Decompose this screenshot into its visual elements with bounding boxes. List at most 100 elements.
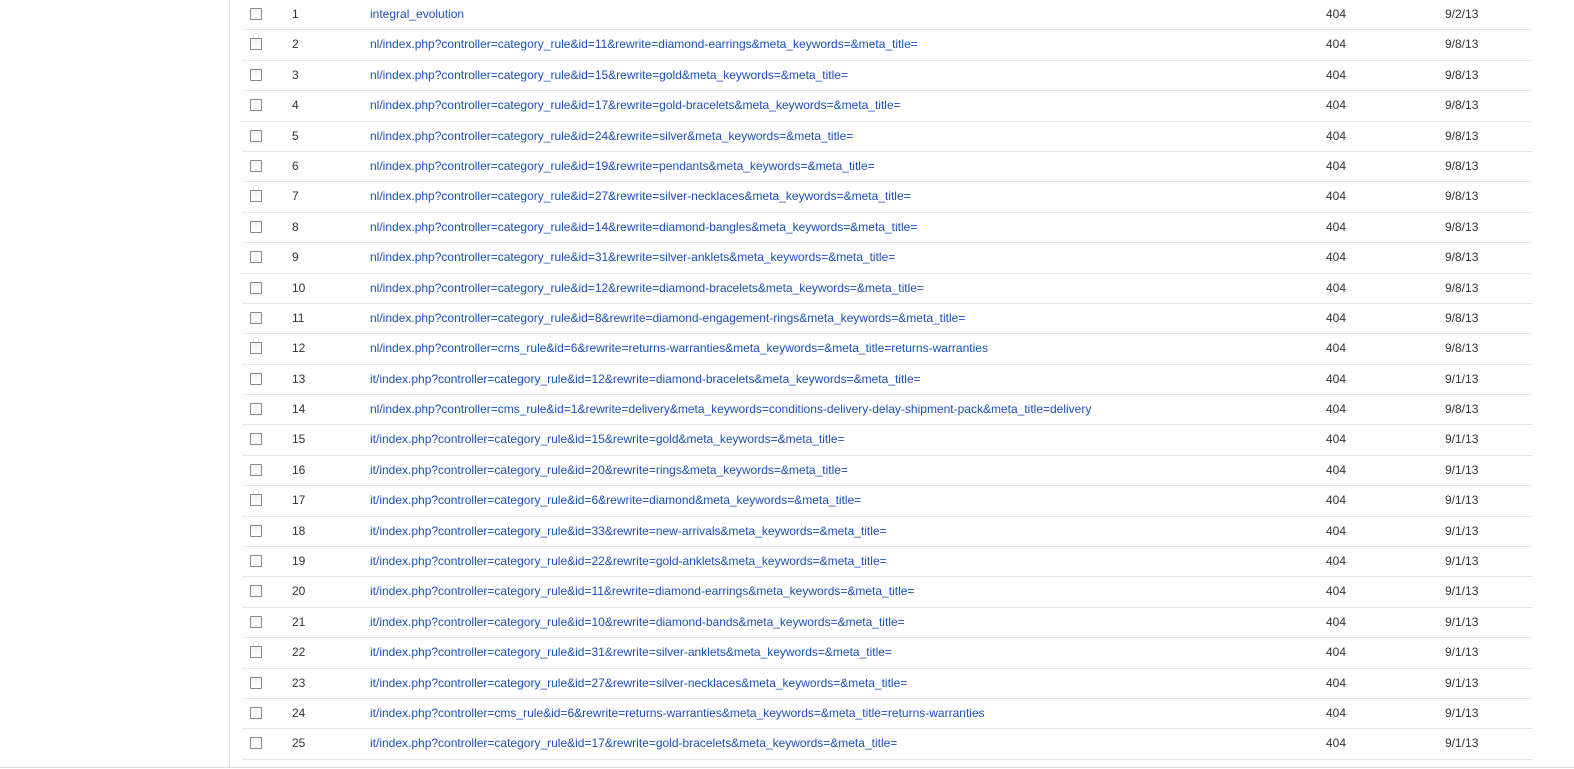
detected-date: 9/1/13	[1445, 645, 1479, 660]
table-row: 4 nl/index.php?controller=category_rule&i…	[242, 91, 1532, 122]
url-link[interactable]: it/index.php?controller=category_rule&id…	[370, 669, 907, 698]
row-number: 22	[292, 645, 306, 660]
url-link[interactable]: nl/index.php?controller=cms_rule&id=1&re…	[370, 395, 1091, 424]
url-link[interactable]: it/index.php?controller=category_rule&id…	[370, 425, 845, 454]
row-checkbox[interactable]	[250, 737, 262, 750]
table-row: 17 it/index.php?controller=category_rule&…	[242, 486, 1532, 517]
url-link[interactable]: nl/index.php?controller=category_rule&id…	[370, 274, 924, 303]
response-code: 404	[1326, 158, 1347, 173]
detected-date: 9/8/13	[1445, 158, 1479, 173]
url-link[interactable]: nl/index.php?controller=category_rule&id…	[370, 182, 911, 211]
table-row: 9 nl/index.php?controller=category_rule&i…	[242, 243, 1532, 274]
table-row: 1 integral_evolution 404 9/2/13	[242, 0, 1532, 31]
detected-date: 9/8/13	[1445, 280, 1479, 295]
row-number: 3	[292, 67, 299, 82]
response-code: 404	[1326, 493, 1347, 508]
row-number: 15	[292, 432, 306, 447]
row-checkbox[interactable]	[250, 8, 262, 20]
row-checkbox[interactable]	[250, 676, 262, 689]
row-checkbox[interactable]	[250, 190, 262, 203]
url-link[interactable]: it/index.php?controller=category_rule&id…	[370, 517, 887, 546]
row-checkbox[interactable]	[250, 372, 262, 385]
row-checkbox[interactable]	[250, 129, 262, 142]
table-row: 21 it/index.php?controller=category_rule&…	[242, 608, 1532, 639]
detected-date: 9/8/13	[1445, 37, 1479, 52]
table-row: 5 nl/index.php?controller=category_rule&i…	[242, 122, 1532, 152]
row-checkbox[interactable]	[250, 494, 262, 507]
left-sidebar	[0, 0, 230, 767]
detected-date: 9/1/13	[1445, 675, 1479, 690]
url-link[interactable]: nl/index.php?controller=category_rule&id…	[370, 61, 848, 90]
url-link[interactable]: it/index.php?controller=category_rule&id…	[370, 729, 897, 758]
row-checkbox[interactable]	[250, 99, 262, 112]
row-checkbox[interactable]	[250, 706, 262, 719]
url-link[interactable]: nl/index.php?controller=category_rule&id…	[370, 91, 901, 120]
response-code: 404	[1326, 614, 1347, 629]
detected-date: 9/8/13	[1445, 219, 1479, 234]
detected-date: 9/2/13	[1445, 7, 1479, 21]
response-code: 404	[1326, 7, 1347, 21]
url-link[interactable]: it/index.php?controller=category_rule&id…	[370, 577, 914, 606]
response-code: 404	[1326, 402, 1347, 417]
url-link[interactable]: nl/index.php?controller=category_rule&id…	[370, 213, 917, 242]
table-row: 16 it/index.php?controller=category_rule&…	[242, 456, 1532, 487]
table-row: 22 it/index.php?controller=category_rule&…	[242, 638, 1532, 669]
row-checkbox[interactable]	[250, 403, 262, 416]
row-number: 12	[292, 341, 306, 356]
response-code: 404	[1326, 736, 1347, 751]
row-number: 4	[292, 98, 299, 113]
row-number: 5	[292, 128, 299, 143]
detected-date: 9/1/13	[1445, 584, 1479, 599]
row-checkbox[interactable]	[250, 615, 262, 628]
url-link[interactable]: nl/index.php?controller=category_rule&id…	[370, 243, 895, 272]
response-code: 404	[1326, 280, 1347, 295]
response-code: 404	[1326, 705, 1347, 720]
response-code: 404	[1326, 371, 1347, 386]
row-checkbox[interactable]	[250, 463, 262, 476]
url-link[interactable]: nl/index.php?controller=cms_rule&id=6&re…	[370, 334, 988, 363]
table-row: 13 it/index.php?controller=category_rule&…	[242, 365, 1532, 396]
detected-date: 9/8/13	[1445, 98, 1479, 113]
row-checkbox[interactable]	[250, 555, 262, 568]
url-link[interactable]: nl/index.php?controller=category_rule&id…	[370, 122, 853, 151]
row-checkbox[interactable]	[250, 68, 262, 81]
url-link[interactable]: it/index.php?controller=category_rule&id…	[370, 486, 861, 515]
url-link[interactable]: nl/index.php?controller=category_rule&id…	[370, 152, 875, 181]
table-row: 19 it/index.php?controller=category_rule&…	[242, 547, 1532, 578]
row-number: 14	[292, 402, 306, 417]
row-checkbox[interactable]	[250, 38, 262, 51]
table-row: 10 nl/index.php?controller=category_rule&…	[242, 274, 1532, 304]
response-code: 404	[1326, 584, 1347, 599]
row-checkbox[interactable]	[250, 585, 262, 598]
detected-date: 9/1/13	[1445, 523, 1479, 538]
url-link[interactable]: it/index.php?controller=category_rule&id…	[370, 365, 921, 394]
detected-date: 9/8/13	[1445, 310, 1479, 325]
url-link[interactable]: it/index.php?controller=category_rule&id…	[370, 547, 887, 576]
page: 1 integral_evolution 404 9/2/13 2 nl/index.ph…	[0, 0, 1574, 769]
response-code: 404	[1326, 432, 1347, 447]
table-row: 6 nl/index.php?controller=category_rule&i…	[242, 152, 1532, 183]
row-checkbox[interactable]	[250, 646, 262, 659]
url-link[interactable]: it/index.php?controller=cms_rule&id=6&re…	[370, 699, 985, 728]
url-link[interactable]: it/index.php?controller=category_rule&id…	[370, 456, 848, 485]
url-link[interactable]: it/index.php?controller=category_rule&id…	[370, 638, 892, 667]
detected-date: 9/1/13	[1445, 493, 1479, 508]
detected-date: 9/1/13	[1445, 554, 1479, 569]
row-number: 9	[292, 250, 299, 265]
table-row: 7 nl/index.php?controller=category_rule&i…	[242, 182, 1532, 213]
row-checkbox[interactable]	[250, 311, 262, 324]
row-checkbox[interactable]	[250, 281, 262, 294]
row-checkbox[interactable]	[250, 251, 262, 264]
url-link[interactable]: integral_evolution	[370, 0, 464, 29]
row-checkbox[interactable]	[250, 159, 262, 172]
url-link[interactable]: it/index.php?controller=category_rule&id…	[370, 608, 905, 637]
row-checkbox[interactable]	[250, 220, 262, 233]
row-checkbox[interactable]	[250, 524, 262, 537]
row-checkbox[interactable]	[250, 433, 262, 446]
row-number: 1	[292, 7, 299, 21]
row-checkbox[interactable]	[250, 342, 262, 355]
url-link[interactable]: nl/index.php?controller=category_rule&id…	[370, 30, 918, 59]
detected-date: 9/1/13	[1445, 614, 1479, 629]
url-link[interactable]: nl/index.php?controller=category_rule&id…	[370, 304, 965, 333]
table-row: 3 nl/index.php?controller=category_rule&i…	[242, 61, 1532, 92]
